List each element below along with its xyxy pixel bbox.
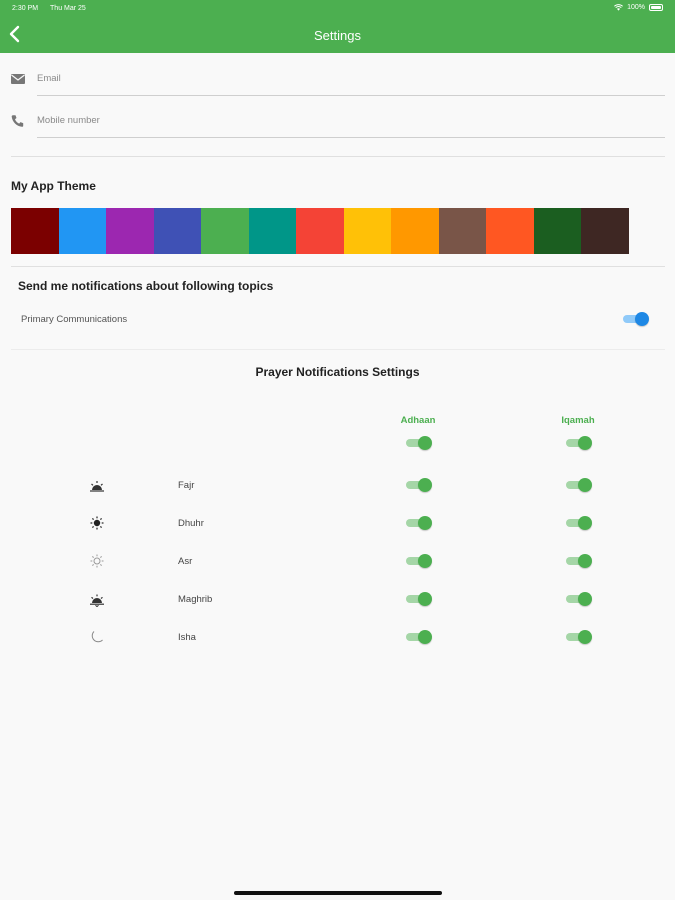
theme-color-swatch[interactable]: [343, 208, 391, 254]
theme-color-swatch[interactable]: [296, 208, 344, 254]
app-bar: Settings: [0, 18, 675, 53]
wifi-icon: [614, 4, 624, 11]
asr-iqamah-toggle[interactable]: [566, 553, 592, 569]
toggle-thumb: [418, 630, 432, 644]
mobile-number-field[interactable]: [37, 108, 665, 138]
toggle-thumb: [578, 436, 592, 450]
status-bar: 2:30 PM Thu Mar 25 100%: [0, 0, 675, 18]
mail-icon: [11, 74, 25, 84]
iqamah-all-toggle[interactable]: [566, 435, 592, 451]
status-date: Thu Mar 25: [50, 5, 86, 12]
toggle-thumb: [418, 436, 432, 450]
adhaan-column-header: Adhaan: [400, 415, 436, 426]
iqamah-column-header: Iqamah: [561, 415, 595, 426]
theme-color-swatch[interactable]: [106, 208, 154, 254]
battery-percent: 100%: [627, 4, 645, 11]
theme-color-swatch[interactable]: [581, 208, 629, 254]
toggle-thumb: [418, 516, 432, 530]
sun-icon: [90, 516, 104, 530]
toggle-thumb: [578, 630, 592, 644]
toggle-thumb: [578, 592, 592, 606]
theme-color-swatch[interactable]: [248, 208, 296, 254]
dhuhr-iqamah-toggle[interactable]: [566, 515, 592, 531]
sunrise-icon: [90, 481, 104, 492]
asr-adhaan-toggle[interactable]: [406, 553, 432, 569]
isha-adhaan-toggle[interactable]: [406, 629, 432, 645]
toggle-thumb: [578, 478, 592, 492]
toggle-thumb: [418, 592, 432, 606]
theme-color-swatch[interactable]: [153, 208, 201, 254]
mobile-row: [10, 108, 665, 138]
divider: [11, 349, 665, 350]
email-field[interactable]: [37, 66, 665, 96]
notifications-section-title: Send me notifications about following to…: [18, 279, 274, 293]
theme-section-title: My App Theme: [11, 179, 96, 193]
divider: [11, 156, 665, 157]
moon-icon: [91, 631, 103, 643]
prayer-name: Fajr: [178, 480, 195, 491]
sunset-icon: [90, 594, 104, 607]
theme-color-swatch[interactable]: [11, 208, 59, 254]
theme-color-swatch[interactable]: [391, 208, 439, 254]
primary-communications-label: Primary Communications: [21, 314, 128, 325]
theme-color-swatch[interactable]: [533, 208, 581, 254]
prayer-name: Maghrib: [178, 594, 213, 605]
fajr-adhaan-toggle[interactable]: [406, 477, 432, 493]
sun-outline-icon: [90, 554, 104, 568]
theme-color-swatch[interactable]: [58, 208, 106, 254]
toggle-thumb: [578, 516, 592, 530]
primary-communications-toggle[interactable]: [623, 311, 649, 327]
isha-iqamah-toggle[interactable]: [566, 629, 592, 645]
dhuhr-adhaan-toggle[interactable]: [406, 515, 432, 531]
prayer-name: Asr: [178, 556, 193, 567]
email-row: [10, 66, 665, 96]
adhaan-all-toggle[interactable]: [406, 435, 432, 451]
toggle-thumb: [418, 554, 432, 568]
home-indicator: [234, 891, 442, 895]
theme-color-swatch[interactable]: [201, 208, 249, 254]
fajr-iqamah-toggle[interactable]: [566, 477, 592, 493]
toggle-thumb: [635, 312, 649, 326]
status-time: 2:30 PM: [12, 5, 39, 12]
divider: [11, 266, 665, 267]
toggle-thumb: [418, 478, 432, 492]
prayer-name: Isha: [178, 632, 196, 643]
prayer-name: Dhuhr: [178, 518, 204, 529]
toggle-thumb: [578, 554, 592, 568]
maghrib-adhaan-toggle[interactable]: [406, 591, 432, 607]
page-title: Settings: [314, 28, 361, 43]
prayer-settings-title: Prayer Notifications Settings: [255, 365, 420, 379]
theme-color-swatch[interactable]: [438, 208, 486, 254]
theme-color-swatch[interactable]: [486, 208, 534, 254]
battery-icon: [649, 4, 663, 11]
maghrib-iqamah-toggle[interactable]: [566, 591, 592, 607]
theme-color-swatches: [11, 208, 629, 254]
phone-icon: [11, 115, 24, 127]
